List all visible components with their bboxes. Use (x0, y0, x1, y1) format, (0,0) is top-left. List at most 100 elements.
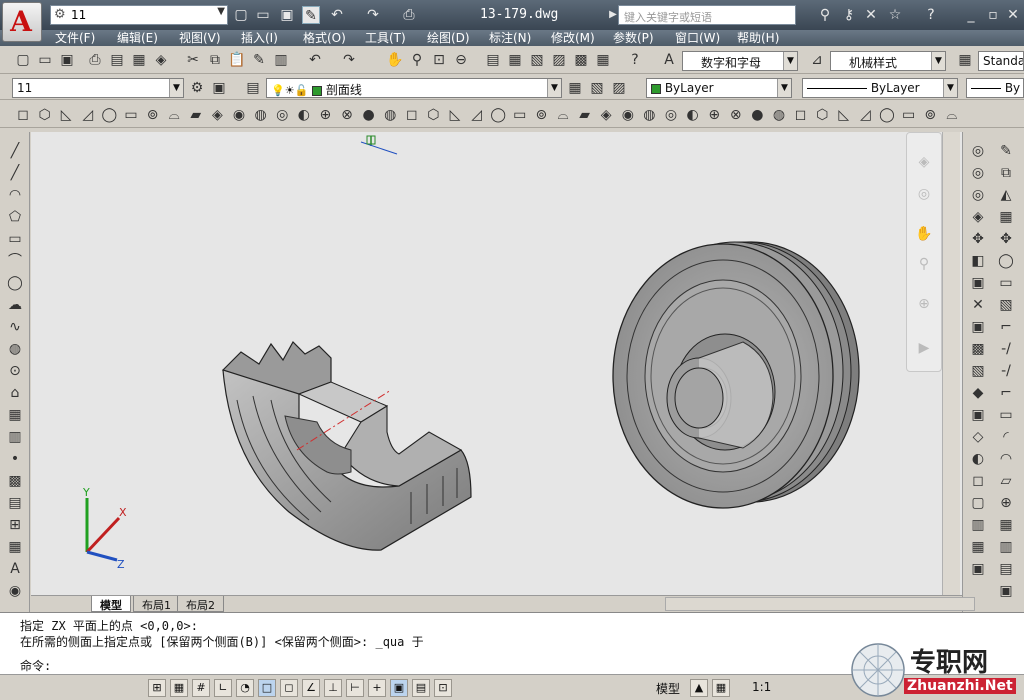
menu-insert[interactable]: 插入(I) (241, 30, 278, 46)
text-style-combo[interactable]: 数字和字母 ▼ (682, 51, 798, 71)
modify-tool-icon[interactable]: ▧ (997, 296, 1015, 314)
draw-tool-icon[interactable]: ▦ (6, 406, 24, 424)
undo-icon[interactable]: ↶ (306, 51, 324, 69)
modify-tool-icon[interactable]: ✎ (997, 142, 1015, 160)
zoom-realtime-icon[interactable]: ⚲ (408, 51, 426, 69)
draw-tool-icon[interactable]: ⬠ (6, 208, 24, 226)
modify-tool-icon[interactable]: ▥ (997, 538, 1015, 556)
cut-icon[interactable]: ✂ (184, 51, 202, 69)
tab-layout1[interactable]: 布局1 (133, 596, 180, 612)
modeling-tool-icon[interactable]: ◯ (489, 106, 507, 124)
modeling-tool-icon[interactable]: ⬡ (813, 106, 831, 124)
modify-tool-icon[interactable]: ✥ (997, 230, 1015, 248)
horizontal-scrollbar[interactable] (665, 597, 975, 611)
modeling-tool-icon[interactable]: ◻ (403, 106, 421, 124)
layer-combo[interactable]: 💡☀🔓 剖面线 ▼ (266, 78, 562, 98)
modeling-tool-icon[interactable]: ◎ (662, 106, 680, 124)
quickcalc-icon[interactable]: ▦ (594, 51, 612, 69)
modeling-tool-icon[interactable]: ◯ (878, 106, 896, 124)
modeling-tool-icon[interactable]: ⊕ (705, 106, 723, 124)
modeling-tool-icon[interactable]: ⊚ (921, 106, 939, 124)
solid-tool-icon[interactable]: ◈ (969, 208, 987, 226)
menu-file[interactable]: 文件(F) (55, 30, 95, 46)
modeling-tool-icon[interactable]: ● (360, 106, 378, 124)
workspace-combo[interactable]: ⚙ 11 ▼ (50, 5, 228, 25)
solid-tool-icon[interactable]: ◎ (969, 186, 987, 204)
modeling-tool-icon[interactable]: ▰ (187, 106, 205, 124)
draw-tool-icon[interactable]: ☁ (6, 296, 24, 314)
drawing-quick-view-icon[interactable]: ▦ (712, 679, 730, 697)
solid-tool-icon[interactable]: ◆ (969, 384, 987, 402)
orbit-icon[interactable]: ◎ (915, 185, 933, 203)
preview-icon[interactable]: ▤ (108, 51, 126, 69)
modify-tool-icon[interactable]: ▦ (997, 516, 1015, 534)
solid-tool-icon[interactable]: ▣ (969, 274, 987, 292)
modeling-tool-icon[interactable]: ⊚ (532, 106, 550, 124)
new-icon[interactable]: ▢ (14, 51, 32, 69)
modify-tool-icon[interactable]: ▭ (997, 406, 1015, 424)
steering-wheel-icon[interactable]: ◈ (915, 153, 933, 171)
modify-tool-icon[interactable]: ⌐ (997, 384, 1015, 402)
lineweight-combo[interactable]: By (966, 78, 1024, 98)
solid-tool-icon[interactable]: ◎ (969, 164, 987, 182)
solid-tool-icon[interactable]: ◇ (969, 428, 987, 446)
draw-tool-icon[interactable]: ◍ (6, 340, 24, 358)
draw-tool-icon[interactable]: ▦ (6, 538, 24, 556)
tab-model[interactable]: 模型 (91, 596, 131, 612)
modeling-tool-icon[interactable]: ⌓ (943, 106, 961, 124)
workspace-combo-2[interactable]: 11 ▼ (12, 78, 184, 98)
undo-icon[interactable]: ↶ (328, 6, 346, 24)
draw-tool-icon[interactable]: A (6, 560, 24, 578)
dim-style-combo[interactable]: 机械样式 ▼ (830, 51, 946, 71)
save-icon[interactable]: ▣ (58, 51, 76, 69)
menu-format[interactable]: 格式(O) (303, 30, 346, 46)
copy-icon[interactable]: ⧉ (206, 51, 224, 69)
menu-view[interactable]: 视图(V) (179, 30, 221, 46)
solid-tool-icon[interactable]: ▥ (969, 516, 987, 534)
tool-palettes-icon[interactable]: ▧ (528, 51, 546, 69)
modeling-tool-icon[interactable]: ▭ (900, 106, 918, 124)
zoom-window-icon[interactable]: ⊡ (430, 51, 448, 69)
make-current-icon[interactable]: ▦ (566, 79, 584, 97)
color-combo[interactable]: ByLayer ▼ (646, 78, 792, 98)
modify-tool-icon[interactable]: ⧉ (997, 164, 1015, 182)
solid-tool-icon[interactable]: ▧ (969, 362, 987, 380)
plot-icon[interactable]: ⎙ (400, 6, 418, 24)
modeling-tool-icon[interactable]: ◺ (57, 106, 75, 124)
modeling-tool-icon[interactable]: ◐ (295, 106, 313, 124)
layer-previous-icon[interactable]: ▧ (588, 79, 606, 97)
infer-constraints-icon[interactable]: ⊞ (148, 679, 166, 697)
draw-tool-icon[interactable]: ▤ (6, 494, 24, 512)
menu-help[interactable]: 帮助(H) (737, 30, 779, 46)
print-icon[interactable]: ⎙ (86, 51, 104, 69)
draw-tool-icon[interactable]: ▭ (6, 230, 24, 248)
draw-tool-icon[interactable]: ◉ (6, 582, 24, 600)
modeling-tool-icon[interactable]: ◍ (381, 106, 399, 124)
modify-tool-icon[interactable]: ⊕ (997, 494, 1015, 512)
open-folder-icon[interactable]: ▭ (254, 6, 272, 24)
modeling-tool-icon[interactable]: ◈ (208, 106, 226, 124)
draw-tool-icon[interactable]: ▩ (6, 472, 24, 490)
menu-draw[interactable]: 绘图(D) (427, 30, 470, 46)
solid-tool-icon[interactable]: ✕ (969, 296, 987, 314)
showmotion-icon[interactable]: ▶ (915, 339, 933, 357)
modeling-tool-icon[interactable]: ◿ (856, 106, 874, 124)
help-icon[interactable]: ? (922, 6, 940, 24)
modeling-tool-icon[interactable]: ◍ (770, 106, 788, 124)
save-icon[interactable]: ▣ (278, 6, 296, 24)
ducs-icon[interactable]: ⊥ (324, 679, 342, 697)
modify-tool-icon[interactable]: ◜ (997, 428, 1015, 446)
snap-icon[interactable]: ▦ (170, 679, 188, 697)
modeling-tool-icon[interactable]: ◻ (14, 106, 32, 124)
pan-icon[interactable]: ✋ (386, 51, 404, 69)
sheet-set-icon[interactable]: ▨ (550, 51, 568, 69)
modeling-tool-icon[interactable]: ⊚ (144, 106, 162, 124)
publish-icon[interactable]: ▦ (130, 51, 148, 69)
solid-tool-icon[interactable]: ▩ (969, 340, 987, 358)
redo-icon[interactable]: ↷ (364, 6, 382, 24)
menu-edit[interactable]: 编辑(E) (117, 30, 158, 46)
binoculars-icon[interactable]: ⚲ (816, 6, 834, 24)
orbit-tool-icon[interactable]: ⊕ (915, 295, 933, 313)
annotation-scale[interactable]: 1:1 (752, 680, 771, 694)
search-input[interactable]: 键入关键字或短语 (618, 5, 796, 25)
